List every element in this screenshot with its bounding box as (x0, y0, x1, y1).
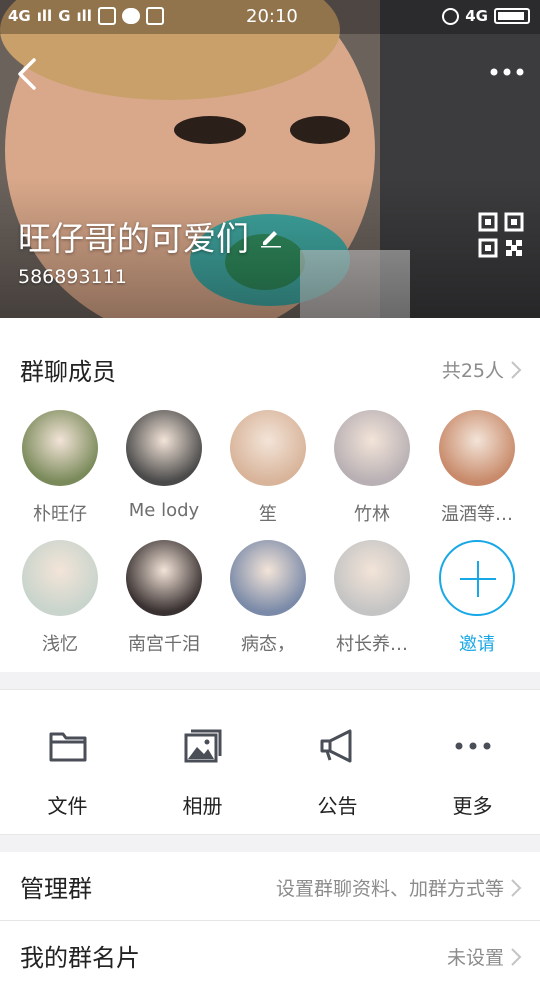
battery-icon (494, 8, 530, 24)
status-bar: 4G ıll G ıll 20:10 4G (0, 0, 540, 34)
manage-group-value-wrap: 设置群聊资料、加群方式等 (276, 874, 522, 901)
member-item[interactable]: 南宫千泪 (112, 540, 216, 656)
alarm-icon (442, 7, 460, 25)
member-item[interactable]: 竹林 (320, 410, 424, 526)
app-notification-icon (145, 7, 164, 25)
group-name-row[interactable]: 旺仔哥的可爱们 (18, 212, 283, 260)
member-avatar (22, 410, 98, 486)
more-functions-button[interactable]: 更多 (405, 690, 540, 836)
manage-group-title: 管理群 (20, 875, 92, 903)
members-title: 群聊成员 (20, 358, 116, 386)
member-avatar (126, 410, 202, 486)
signal-g-label: G (58, 7, 71, 25)
announcement-label: 公告 (317, 794, 358, 818)
member-name: 竹林 (354, 504, 390, 525)
announcement-button[interactable]: 公告 (270, 690, 405, 836)
crop-icon (97, 7, 116, 25)
invite-label: 邀请 (459, 634, 495, 655)
more-dots-icon (455, 742, 491, 750)
status-right-indicators: 4G (442, 7, 530, 25)
member-item[interactable]: Me lody (112, 410, 216, 521)
status-time: 20:10 (246, 6, 298, 27)
network-type-label: 4G (465, 7, 488, 25)
manage-group-value: 设置群聊资料、加群方式等 (275, 878, 504, 900)
megaphone-icon (320, 729, 352, 763)
member-name: 村长养… (336, 634, 408, 655)
edit-pencil-icon[interactable] (259, 224, 283, 248)
group-name: 旺仔哥的可爱们 (18, 219, 249, 258)
member-name: Me lody (128, 500, 200, 521)
my-group-card-value: 未设置 (446, 947, 504, 969)
my-group-card-value-wrap: 未设置 (447, 943, 522, 970)
invite-button[interactable]: 邀请 (425, 540, 529, 656)
chevron-right-icon (511, 878, 522, 897)
member-item[interactable]: 朴旺仔 (8, 410, 112, 526)
member-count-link[interactable]: 共25人 (442, 356, 522, 383)
more-options-icon[interactable] (488, 62, 526, 82)
member-name: 温酒等… (441, 504, 513, 525)
member-avatar (334, 410, 410, 486)
album-label: 相册 (182, 794, 223, 818)
album-button[interactable]: 相册 (135, 690, 270, 836)
back-arrow-icon[interactable] (12, 54, 42, 94)
manage-group-row[interactable]: 管理群 设置群聊资料、加群方式等 (0, 852, 540, 920)
photo-album-icon (184, 729, 222, 763)
member-name: 南宫千泪 (128, 634, 200, 655)
chat-bubble-icon (121, 8, 140, 24)
member-avatar (230, 540, 306, 616)
group-number: 586893111 (18, 266, 127, 288)
chevron-right-icon (511, 947, 522, 966)
files-button[interactable]: 文件 (0, 690, 135, 836)
folder-icon (49, 732, 87, 762)
member-avatar (22, 540, 98, 616)
files-label: 文件 (47, 794, 88, 818)
member-count: 共25人 (441, 360, 504, 382)
chevron-right-icon (511, 360, 522, 379)
signal-bars-icon: ıll (76, 7, 92, 25)
member-avatar (126, 540, 202, 616)
plus-icon (439, 540, 515, 616)
my-group-card-title: 我的群名片 (20, 944, 140, 972)
member-item[interactable]: 病态， (216, 540, 320, 656)
member-item[interactable]: 温酒等… (425, 410, 529, 526)
group-functions-bar: 文件 相册 公告 更多 (0, 689, 540, 835)
group-members-section: 群聊成员 共25人 朴旺仔 Me lody 笙 竹林 温酒等… 浅忆 南宫千泪 病态， 村长养…… (0, 318, 540, 672)
member-item[interactable]: 村长养… (320, 540, 424, 656)
signal-4g-label: 4G (8, 7, 31, 25)
member-name: 浅忆 (42, 634, 78, 655)
group-cover-header: 4G ıll G ıll 20:10 4G 旺仔哥的可爱们 586893111 (0, 0, 540, 318)
member-avatar (439, 410, 515, 486)
signal-bars-icon: ıll (36, 7, 53, 25)
member-avatar (334, 540, 410, 616)
member-avatar (230, 410, 306, 486)
more-label: 更多 (452, 794, 493, 818)
member-name: 病态， (241, 634, 295, 655)
member-name: 笙 (259, 504, 277, 525)
member-item[interactable]: 浅忆 (8, 540, 112, 656)
member-name: 朴旺仔 (33, 504, 87, 525)
member-item[interactable]: 笙 (216, 410, 320, 526)
my-group-card-row[interactable]: 我的群名片 未设置 (0, 921, 540, 989)
status-left-indicators: 4G ıll G ıll (8, 7, 164, 25)
qr-code-icon[interactable] (478, 212, 524, 258)
